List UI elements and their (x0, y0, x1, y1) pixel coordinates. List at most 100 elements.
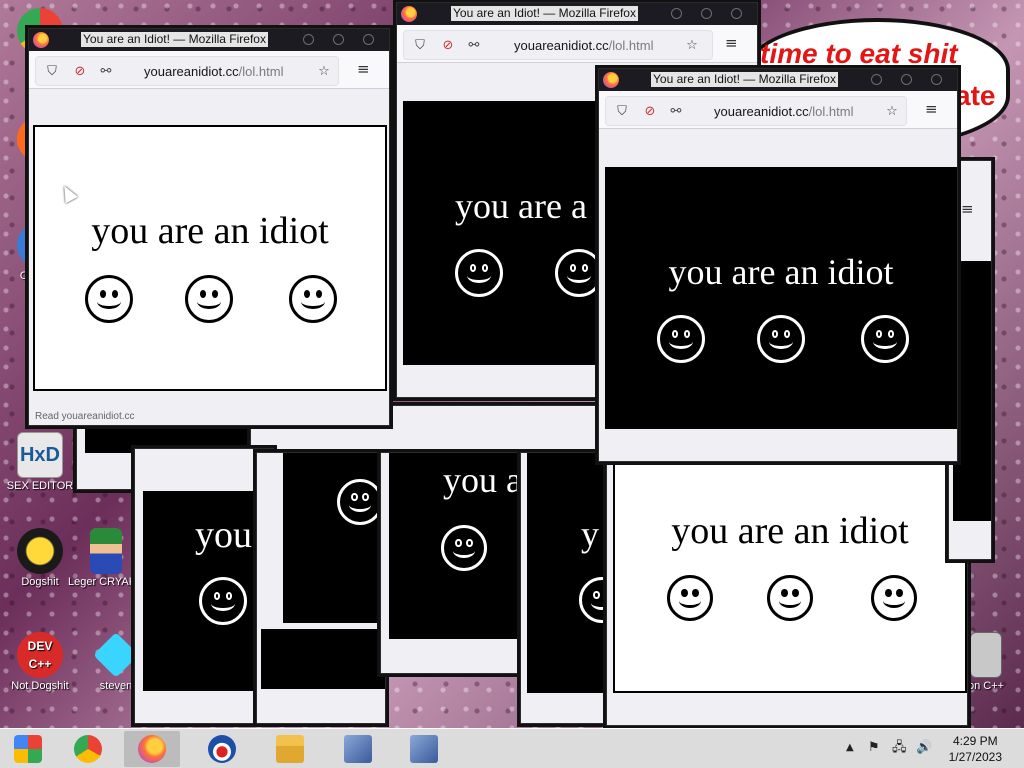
diamond-icon (93, 632, 139, 678)
smiley-icon (199, 577, 247, 625)
smiley-icon (871, 575, 917, 621)
taskbar-app-obama[interactable] (194, 731, 250, 767)
flag-icon[interactable]: ⚑ (868, 741, 880, 755)
close-button[interactable] (363, 34, 374, 45)
menu-icon[interactable]: ≡ (925, 101, 939, 117)
desktop-icon-sex-editor[interactable]: HxD SEX EDITOR (0, 432, 80, 492)
setup-icon (344, 735, 372, 763)
idiot-text: you a (443, 460, 522, 500)
background-window[interactable]: you a (380, 452, 526, 674)
taskbar: ▲ ⚑ 🖧 🔊 4:29 PM 1/27/2023 (0, 728, 1024, 768)
nav-toolbar: ⛉ ⊘ ⚯ youareanidiot.cc/lol.html ☆ ≡ (599, 91, 957, 129)
background-window[interactable]: you are an idiot (606, 430, 968, 726)
shield-icon[interactable]: ⛉ (44, 64, 60, 80)
smiley-icon (767, 575, 813, 621)
smiley-icon (861, 315, 909, 363)
taskbar-app-firefox[interactable] (124, 731, 180, 767)
maximize-button[interactable] (901, 74, 912, 85)
idiot-text: you are an idiot (668, 252, 894, 292)
background-window[interactable] (256, 452, 386, 724)
idiot-page: you a (389, 453, 523, 639)
smiley-icon (289, 275, 337, 323)
idiot-text: you are an idiot (671, 510, 909, 552)
obama-logo-icon (208, 735, 236, 763)
devcpp-icon: DEV C++ (17, 632, 63, 678)
close-button[interactable] (931, 74, 942, 85)
bookmark-star-icon[interactable]: ☆ (884, 104, 900, 120)
title-bar[interactable]: You are an Idiot! — Mozilla Firefox (599, 69, 957, 91)
maximize-button[interactable] (333, 34, 344, 45)
firefox-icon (138, 735, 166, 763)
firefox-window[interactable]: You are an Idiot! — Mozilla Firefox ⛉ ⊘ … (598, 68, 958, 462)
chevron-up-icon[interactable]: ▲ (846, 741, 854, 755)
smiley-icon (185, 275, 233, 323)
taskbar-app-setup-2[interactable] (396, 731, 452, 767)
lock-icon[interactable]: ⊘ (440, 38, 456, 54)
dogshit-icon (17, 528, 63, 574)
menu-icon[interactable]: ≡ (961, 201, 975, 217)
speech-text-2: ate (955, 80, 996, 111)
url-text[interactable]: youareanidiot.cc/lol.html (144, 64, 283, 80)
bookmark-star-icon[interactable]: ☆ (684, 38, 700, 54)
smiley-icon (455, 249, 503, 297)
clock-time: 4:29 PM (952, 734, 998, 748)
title-bar[interactable]: You are an Idiot! — Mozilla Firefox (29, 29, 389, 51)
smiley-icon (441, 525, 487, 571)
menu-icon[interactable]: ≡ (725, 35, 739, 51)
url-bar[interactable]: ⛉ ⊘ ⚯ youareanidiot.cc/lol.html ☆ (35, 56, 339, 86)
desktop-icon-not-dogshit[interactable]: DEV C++ Not Dogshit (0, 632, 80, 692)
smiley-icon (337, 479, 383, 525)
permissions-icon[interactable]: ⚯ (466, 38, 482, 54)
mouse-cursor-icon (58, 182, 78, 204)
idiot-page: you are an idiot (33, 125, 387, 391)
idiot-page: you (143, 491, 271, 691)
hxd-icon: HxD (17, 432, 63, 478)
close-button[interactable] (731, 8, 742, 19)
lock-icon[interactable]: ⊘ (642, 104, 658, 120)
window-title: You are an Idiot! — Mozilla Firefox (451, 6, 638, 21)
permissions-icon[interactable]: ⚯ (98, 64, 114, 80)
minimize-button[interactable] (671, 8, 682, 19)
url-bar[interactable]: ⛉ ⊘ ⚯ youareanidiot.cc/lol.html ☆ (403, 30, 713, 60)
menu-icon[interactable]: ≡ (357, 61, 371, 77)
window-title: You are an Idiot! — Mozilla Firefox (81, 32, 268, 47)
shield-icon[interactable]: ⛉ (614, 104, 630, 120)
taskbar-app-setup[interactable] (330, 731, 386, 767)
permissions-icon[interactable]: ⚯ (668, 104, 684, 120)
status-bar: Read youareanidiot.cc (33, 410, 137, 423)
idiot-page: you are an idiot (613, 461, 967, 693)
idiot-page (283, 453, 385, 623)
shield-icon[interactable]: ⛉ (412, 38, 428, 54)
smiley-icon (555, 249, 603, 297)
smiley-icon (667, 575, 713, 621)
url-bar[interactable]: ⛉ ⊘ ⚯ youareanidiot.cc/lol.html ☆ (605, 96, 907, 126)
url-text[interactable]: youareanidiot.cc/lol.html (514, 38, 653, 54)
taskbar-app-explorer[interactable] (262, 731, 318, 767)
lock-icon[interactable]: ⊘ (72, 64, 88, 80)
minimize-button[interactable] (303, 34, 314, 45)
maximize-button[interactable] (701, 8, 712, 19)
firefox-window[interactable]: You are an Idiot! — Mozilla Firefox ⛉ ⊘ … (28, 28, 390, 426)
title-bar[interactable]: You are an Idiot! — Mozilla Firefox (397, 3, 757, 25)
idiot-page: y (527, 453, 615, 693)
idiot-page (953, 261, 991, 521)
clock[interactable]: 4:29 PM 1/27/2023 (949, 733, 1002, 765)
smiley-icon (757, 315, 805, 363)
idiot-text: you are an idiot (91, 210, 329, 252)
background-window[interactable]: you (134, 448, 274, 724)
nav-toolbar: ⛉ ⊘ ⚯ youareanidiot.cc/lol.html ☆ ≡ (29, 51, 389, 89)
setup-icon (410, 735, 438, 763)
nav-toolbar: ⛉ ⊘ ⚯ youareanidiot.cc/lol.html ☆ ≡ (397, 25, 757, 63)
volume-icon[interactable]: 🔊 (916, 741, 932, 755)
url-text[interactable]: youareanidiot.cc/lol.html (714, 104, 853, 120)
network-icon[interactable]: 🖧 (892, 741, 907, 755)
trash-icon (970, 632, 1002, 678)
window-title: You are an Idiot! — Mozilla Firefox (651, 72, 838, 87)
minimize-button[interactable] (871, 74, 882, 85)
clock-date: 1/27/2023 (948, 750, 1002, 764)
taskbar-app-chrome[interactable] (60, 731, 116, 767)
bookmark-star-icon[interactable]: ☆ (316, 64, 332, 80)
taskbar-app-start[interactable] (0, 731, 56, 767)
background-window[interactable]: y (520, 452, 616, 724)
smiley-icon (85, 275, 133, 323)
